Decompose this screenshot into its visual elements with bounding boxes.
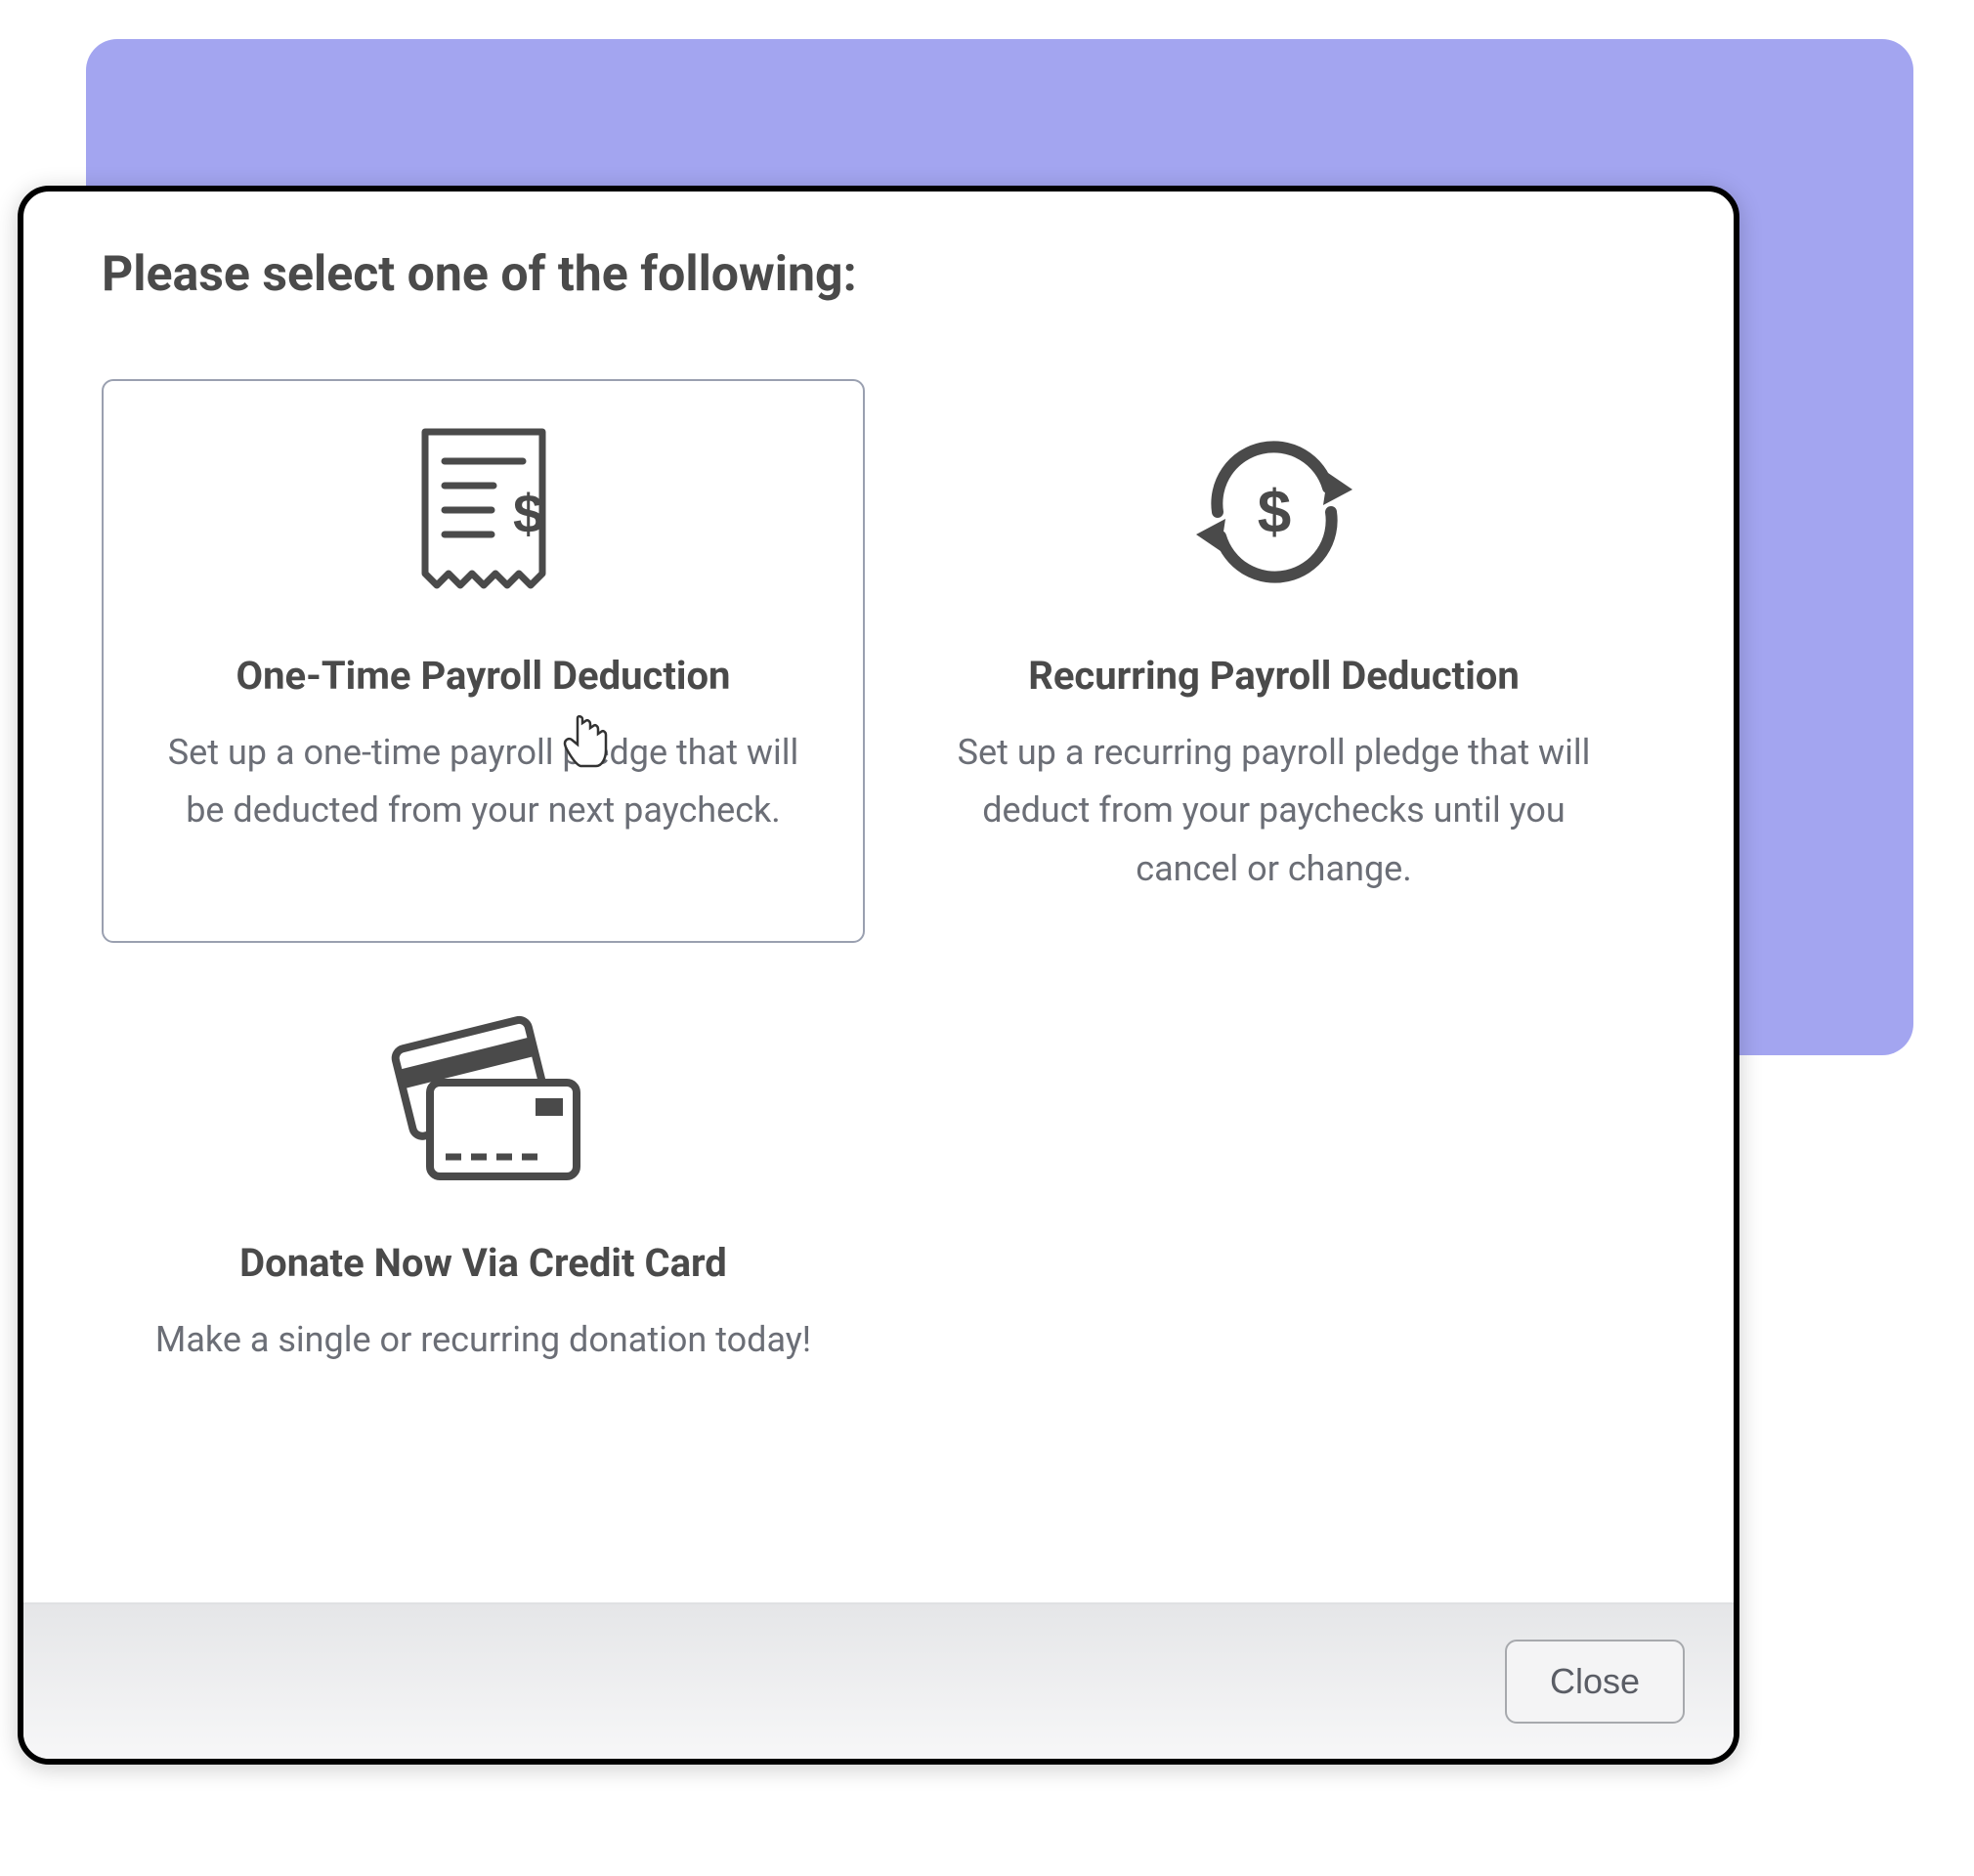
modal-title: Please select one of the following: [102,246,1655,303]
option-description: Set up a recurring payroll pledge that w… [943,724,1605,898]
modal-body: Please select one of the following: $ On… [23,192,1734,1602]
option-recurring-payroll[interactable]: $ Recurring Payroll Deduction Set up a r… [892,379,1655,943]
credit-cards-icon [381,1011,586,1187]
option-title: Donate Now Via Credit Card [239,1240,727,1286]
option-title: One-Time Payroll Deduction [236,653,731,699]
payment-option-modal: Please select one of the following: $ On… [18,186,1739,1765]
option-description: Set up a one-time payroll pledge that wi… [152,724,814,840]
receipt-dollar-icon: $ [415,424,552,600]
option-title: Recurring Payroll Deduction [1028,653,1520,699]
option-one-time-payroll[interactable]: $ One-Time Payroll Deduction Set up a on… [102,379,865,943]
svg-text:$: $ [513,483,543,544]
option-description: Make a single or recurring donation toda… [155,1311,811,1369]
option-credit-card[interactable]: Donate Now Via Credit Card Make a single… [102,966,865,1414]
svg-text:$: $ [1257,479,1290,546]
close-button[interactable]: Close [1505,1640,1685,1724]
modal-footer: Close [23,1602,1734,1759]
options-grid: $ One-Time Payroll Deduction Set up a on… [102,379,1655,1415]
recurring-dollar-icon: $ [1177,424,1372,600]
